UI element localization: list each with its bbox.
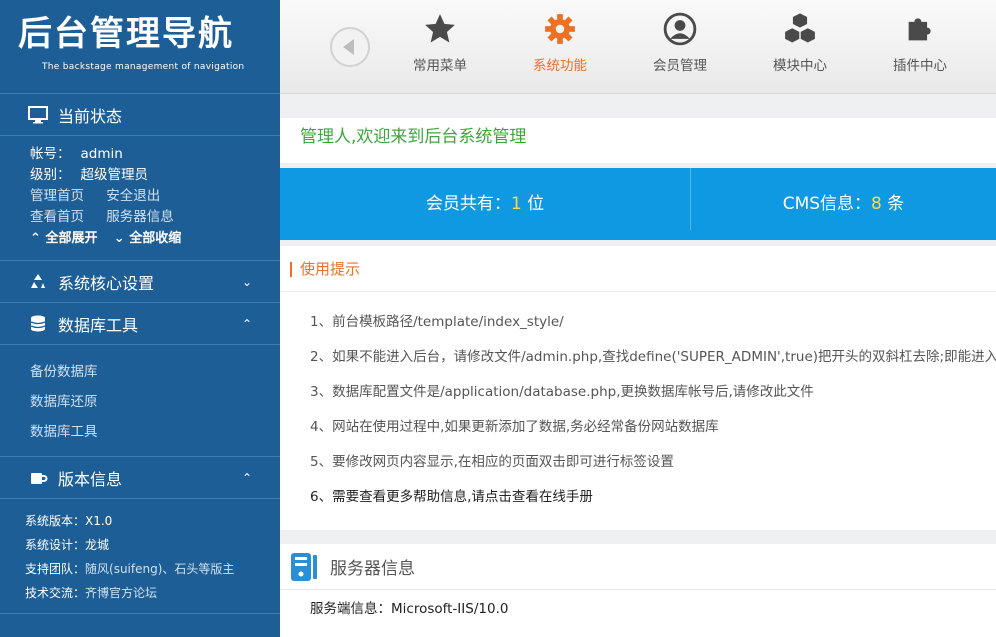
back-arrow-button[interactable] [330,27,370,67]
recycle-icon [31,273,45,288]
team-value: 随风(suifeng)、石头等版主 [85,562,235,576]
sidebar-item-restore-db[interactable]: 数据库还原 [30,387,280,417]
nav-module-center[interactable]: 模块中心 [750,12,850,74]
member-count-value: 1 [510,194,522,214]
tip-item: 4、网站在使用过程中,如果更新添加了数据,务必经常备份网站数据库 [310,419,719,435]
account-label: 帐号： [30,146,71,162]
chevron-down-icon: ⌄ [113,231,125,246]
nav-member-management[interactable]: 会员管理 [630,12,730,74]
nav-label: 系统功能 [533,58,587,74]
forum-link[interactable]: 齐博官方论坛 [85,586,157,600]
tip-item: 1、前台模板路径/template/index_style/ [310,314,564,330]
cubes-icon [785,13,815,43]
star-icon [425,14,455,43]
nav-label: 模块中心 [773,58,827,74]
member-count-label: 会员共有： [425,194,511,214]
tip-item: 2、如果不能进入后台，请修改文件/admin.php,查找define('SUP… [310,349,996,365]
tip-item: 3、数据库配置文件是/application/database.php,更换数据… [310,384,814,400]
chevron-up-icon: ⌃ [241,470,252,485]
member-count: 会员共有：1 位 [280,168,690,240]
tip-item: 5、要修改网页内容显示,在相应的页面双击即可进行标签设置 [310,454,674,470]
version-value: X1.0 [85,514,113,528]
section-version-info[interactable]: 版本信息 ⌃ [0,457,280,499]
user-icon [663,12,697,46]
section-title: 当前状态 [58,106,123,126]
section-title: 版本信息 [58,469,123,489]
version-label: 系统版本： [25,514,86,528]
top-navbar: 常用菜单 系统功能 会员管理 模块中心 插件中心 [280,0,996,94]
server-software-label: 服务端信息： [310,601,391,617]
main-content: 管理人,欢迎来到后台系统管理 会员共有：1 位 CMS信息：8 条 使用提示 1… [280,94,996,637]
section-core-settings[interactable]: 系统核心设置 ⌄ [0,261,280,303]
sidebar-item-db-tools[interactable]: 数据库工具 [30,417,280,447]
link-server-info[interactable]: 服务器信息 [106,209,174,225]
design-value: 龙城 [85,538,110,552]
welcome-message: 管理人,欢迎来到后台系统管理 [280,118,996,163]
nav-plugin-center[interactable]: 插件中心 [870,12,970,74]
server-info-title: 服务器信息 [330,559,415,579]
exchange-label: 技术交流： [25,586,86,600]
section-title: 数据库工具 [58,315,139,335]
link-admin-home[interactable]: 管理首页 [30,188,84,204]
monitor-icon [28,105,48,123]
server-software-row: 服务端信息：Microsoft-IIS/10.0 [280,590,996,628]
sidebar: 后台管理导航 The backstage management of navig… [0,0,280,637]
database-icon [30,315,46,331]
stats-banner: 会员共有：1 位 CMS信息：8 条 [280,168,996,240]
puzzle-icon [908,18,931,41]
nav-label: 会员管理 [653,58,707,74]
cms-count-unit: 条 [881,194,905,214]
db-tools-list: 备份数据库 数据库还原 数据库工具 [0,345,280,457]
tips-panel: 使用提示 1、前台模板路径/template/index_style/ 2、如果… [280,246,996,530]
level-label: 级别： [30,167,71,183]
collapse-all-button[interactable]: ⌄ 全部收缩 [114,231,181,246]
cms-count-value: 8 [871,194,882,214]
design-label: 系统设计： [25,538,86,552]
nav-label: 插件中心 [893,58,947,74]
chevron-down-icon: ⌄ [241,274,252,289]
section-current-status[interactable]: 当前状态 [0,94,280,136]
tip-item-manual-link[interactable]: 6、需要查看更多帮助信息,请点击查看在线手册 [310,480,996,515]
tips-list: 1、前台模板路径/template/index_style/ 2、如果不能进入后… [280,292,996,515]
expand-all-label: 全部展开 [45,231,98,246]
cms-count: CMS信息：8 条 [691,168,996,240]
logo: 后台管理导航 The backstage management of navig… [0,0,280,94]
server-info-header: 服务器信息 [280,544,996,590]
version-list: 系统版本：X1.0 系统设计：龙城 支持团队：随风(suifeng)、石头等版主… [0,499,280,614]
coffee-cup-icon [31,472,48,484]
expand-all-button[interactable]: ⌃ 全部展开 [30,231,97,246]
section-title: 系统核心设置 [58,273,155,293]
member-count-unit: 位 [521,194,545,214]
link-logout[interactable]: 安全退出 [106,188,160,204]
nav-common-menu[interactable]: 常用菜单 [390,12,490,74]
level-value: 超级管理员 [80,167,149,183]
logo-subtitle: The backstage management of navigation [42,62,245,72]
cms-count-label: CMS信息： [782,194,872,214]
nav-label: 常用菜单 [413,58,467,74]
server-info-panel: 服务器信息 服务端信息：Microsoft-IIS/10.0 [280,544,996,637]
status-panel: 帐号： admin 级别： 超级管理员 管理首页 安全退出 查看首页 服务器信息 ⌃… [0,136,280,261]
server-icon [291,552,317,581]
sidebar-item-backup-db[interactable]: 备份数据库 [30,357,280,387]
chevron-up-icon: ⌃ [30,231,41,246]
section-db-tools[interactable]: 数据库工具 ⌃ [0,303,280,345]
nav-system-functions[interactable]: 系统功能 [510,12,610,74]
gear-icon [545,14,575,44]
link-view-home[interactable]: 查看首页 [30,209,84,225]
account-value: admin [80,146,123,162]
server-software-value: Microsoft-IIS/10.0 [391,601,509,617]
tips-title: 使用提示 [280,246,996,292]
logo-title: 后台管理导航 [18,14,234,54]
chevron-up-icon: ⌃ [241,316,252,331]
collapse-all-label: 全部收缩 [129,231,182,246]
team-label: 支持团队： [25,562,86,576]
